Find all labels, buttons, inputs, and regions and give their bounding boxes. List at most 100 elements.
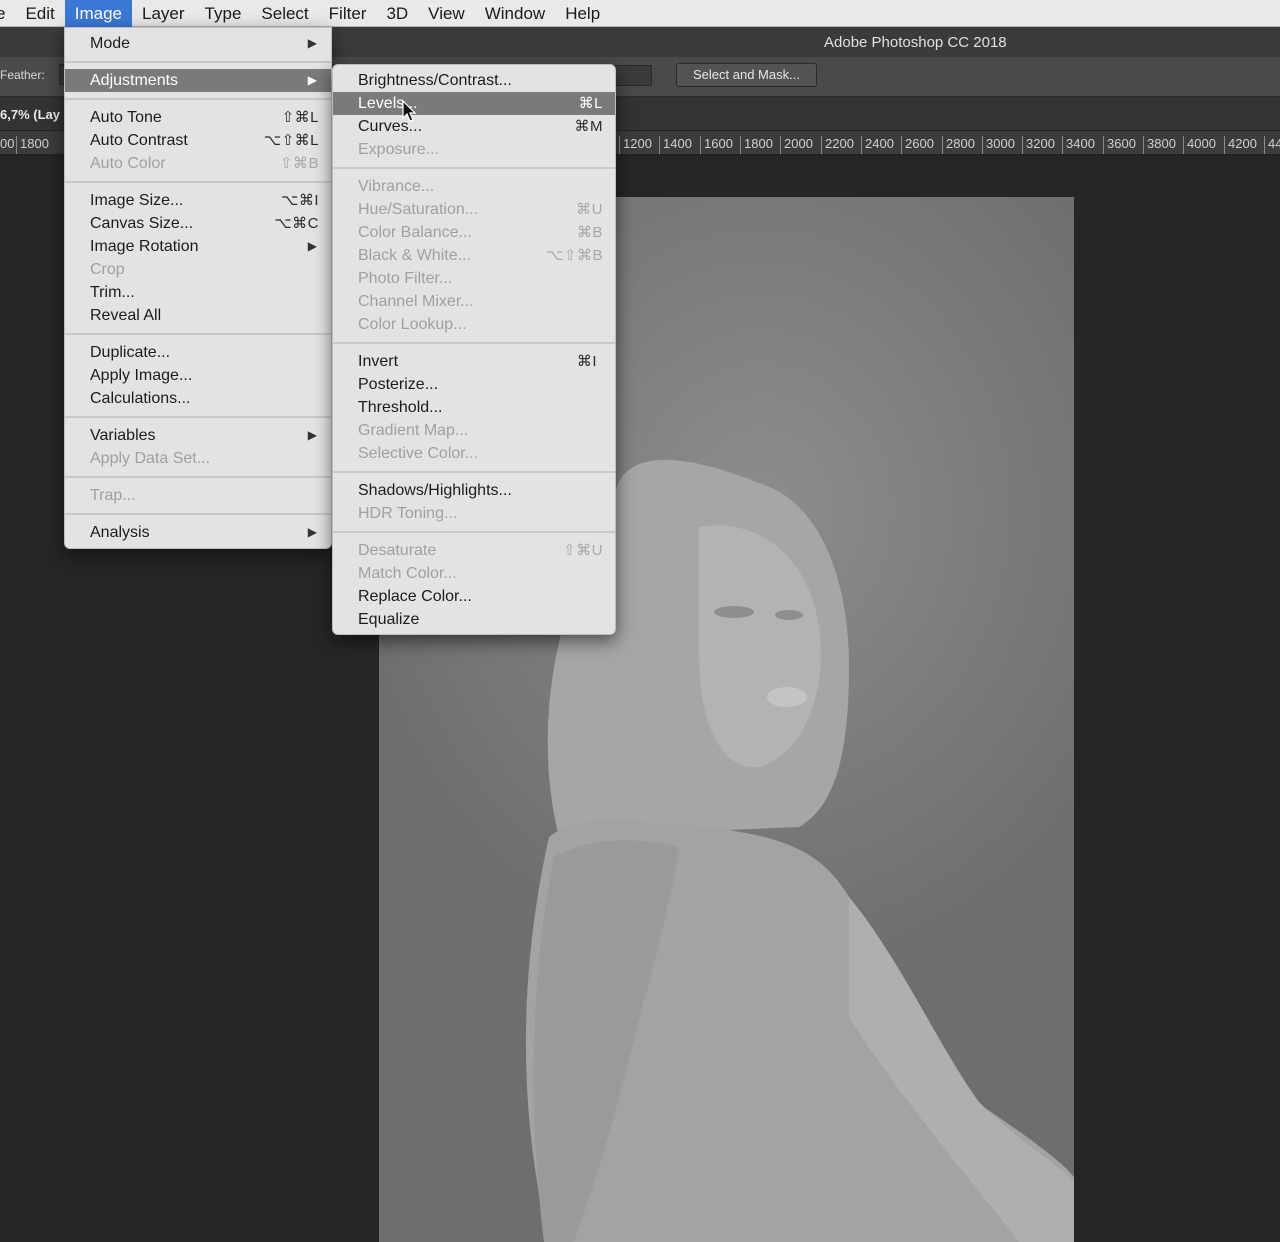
shortcut-label: ⌘L	[578, 95, 603, 112]
menu-item-label: Invert	[358, 353, 399, 370]
menu-item-calculations[interactable]: Calculations...	[65, 387, 331, 410]
menu-item-reveal-all[interactable]: Reveal All	[65, 304, 331, 327]
ruler-tick: 4000	[1183, 136, 1216, 154]
menu-item-match-color: Match Color...	[333, 562, 615, 585]
submenu-arrow-icon: ▶	[307, 525, 317, 539]
menu-separator	[333, 531, 615, 533]
menu-item-duplicate[interactable]: Duplicate...	[65, 341, 331, 364]
menu-item-apply-image[interactable]: Apply Image...	[65, 364, 331, 387]
menu-item-analysis[interactable]: Analysis ▶	[65, 521, 331, 544]
menu-item-equalize[interactable]: Equalize	[333, 608, 615, 631]
menu-window[interactable]: Window	[475, 0, 555, 27]
menu-item-auto-tone[interactable]: Auto Tone ⇧⌘L	[65, 106, 331, 129]
menu-item-label: Reveal All	[90, 307, 162, 324]
menu-item-replace-color[interactable]: Replace Color...	[333, 585, 615, 608]
menu-edit[interactable]: Edit	[15, 0, 64, 27]
menu-item-invert[interactable]: Invert ⌘I	[333, 350, 615, 373]
menu-item-brightness-contrast[interactable]: Brightness/Contrast...	[333, 69, 615, 92]
menu-item-label: Vibrance...	[358, 178, 435, 195]
menu-item-color-lookup: Color Lookup...	[333, 313, 615, 336]
menu-item-image-rotation[interactable]: Image Rotation ▶	[65, 235, 331, 258]
menu-item-canvas-size[interactable]: Canvas Size... ⌥⌘C	[65, 212, 331, 235]
menu-separator	[333, 471, 615, 473]
menu-item-channel-mixer: Channel Mixer...	[333, 290, 615, 313]
menu-edit-partial[interactable]: e	[0, 0, 15, 27]
menu-item-label: Auto Contrast	[90, 132, 188, 149]
menu-separator	[333, 342, 615, 344]
menu-item-vibrance: Vibrance...	[333, 175, 615, 198]
menu-item-label: Hue/Saturation...	[358, 201, 479, 218]
menu-item-curves[interactable]: Curves... ⌘M	[333, 115, 615, 138]
menu-item-crop: Crop	[65, 258, 331, 281]
menu-item-trim[interactable]: Trim...	[65, 281, 331, 304]
menu-item-auto-contrast[interactable]: Auto Contrast ⌥⇧⌘L	[65, 129, 331, 152]
menu-layer[interactable]: Layer	[132, 0, 195, 27]
shortcut-label: ⇧⌘U	[563, 542, 603, 559]
menu-item-auto-color: Auto Color ⇧⌘B	[65, 152, 331, 175]
adjustments-submenu: Brightness/Contrast... Levels... ⌘L Curv…	[332, 64, 616, 635]
submenu-arrow-icon: ▶	[307, 73, 317, 87]
menu-item-label: Posterize...	[358, 376, 439, 393]
menu-item-label: HDR Toning...	[358, 505, 458, 522]
menubar: e Edit Image Layer Type Select Filter 3D…	[0, 0, 1280, 27]
shortcut-label: ⌥⇧⌘L	[263, 132, 319, 149]
menu-item-label: Gradient Map...	[358, 422, 469, 439]
menu-help[interactable]: Help	[555, 0, 610, 27]
ruler-tick: 1800	[740, 136, 773, 154]
ruler-tick: 00	[0, 136, 15, 151]
menu-item-label: Trap...	[90, 487, 136, 504]
menu-image[interactable]: Image	[64, 0, 133, 27]
menu-separator	[333, 167, 615, 169]
menu-item-mode-label: Mode	[90, 35, 131, 52]
menu-type[interactable]: Type	[195, 0, 252, 27]
ruler-tick: 1600	[700, 136, 733, 154]
menu-item-levels[interactable]: Levels... ⌘L	[333, 92, 615, 115]
menu-item-label: Apply Data Set...	[90, 450, 211, 467]
menu-item-label: Threshold...	[358, 399, 443, 416]
submenu-arrow-icon: ▶	[307, 428, 317, 442]
menu-item-label: Image Size...	[90, 192, 184, 209]
ruler-tick: 2000	[780, 136, 813, 154]
ruler-tick: 2400	[861, 136, 894, 154]
menu-item-label: Trim...	[90, 284, 135, 301]
document-tab[interactable]: 6,7% (Lay	[0, 107, 60, 122]
menu-item-shadows-highlights[interactable]: Shadows/Highlights...	[333, 479, 615, 502]
menu-item-label: Exposure...	[358, 141, 439, 158]
menu-item-label: Brightness/Contrast...	[358, 72, 512, 89]
shortcut-label: ⇧⌘L	[281, 109, 319, 126]
menu-item-threshold[interactable]: Threshold...	[333, 396, 615, 419]
menu-view[interactable]: View	[418, 0, 475, 27]
menu-item-posterize[interactable]: Posterize...	[333, 373, 615, 396]
select-and-mask-button[interactable]: Select and Mask...	[676, 63, 817, 87]
menu-separator	[65, 513, 331, 515]
menu-item-label: Channel Mixer...	[358, 293, 474, 310]
shortcut-label: ⌘U	[576, 201, 603, 218]
menu-item-label: Analysis	[90, 524, 150, 541]
options-input[interactable]	[614, 65, 652, 86]
menu-item-image-size[interactable]: Image Size... ⌥⌘I	[65, 189, 331, 212]
menu-item-apply-data-set: Apply Data Set...	[65, 447, 331, 470]
feather-label: Feather:	[0, 68, 45, 82]
menu-item-label: Color Lookup...	[358, 316, 467, 333]
menu-item-mode[interactable]: Mode ▶	[65, 32, 331, 55]
ruler-tick: 4200	[1224, 136, 1257, 154]
menu-item-label: Photo Filter...	[358, 270, 453, 287]
ruler-tick: 1200	[619, 136, 652, 154]
menu-3d[interactable]: 3D	[376, 0, 418, 27]
menu-item-label: Calculations...	[90, 390, 191, 407]
menu-item-variables[interactable]: Variables ▶	[65, 424, 331, 447]
submenu-arrow-icon: ▶	[307, 239, 317, 253]
menu-item-hdr-toning: HDR Toning...	[333, 502, 615, 525]
menu-item-adjustments[interactable]: Adjustments ▶	[65, 69, 331, 92]
menu-item-trap: Trap...	[65, 484, 331, 507]
ruler-tick: 3200	[1022, 136, 1055, 154]
ruler-tick: 44	[1264, 136, 1280, 154]
menu-select[interactable]: Select	[251, 0, 318, 27]
menu-item-adjustments-label: Adjustments	[90, 72, 179, 89]
menu-item-label: Canvas Size...	[90, 215, 194, 232]
submenu-arrow-icon: ▶	[307, 36, 317, 50]
app-title: Adobe Photoshop CC 2018	[824, 34, 1007, 51]
menu-filter[interactable]: Filter	[319, 0, 377, 27]
menu-item-label: Equalize	[358, 611, 420, 628]
menu-item-label: Selective Color...	[358, 445, 479, 462]
